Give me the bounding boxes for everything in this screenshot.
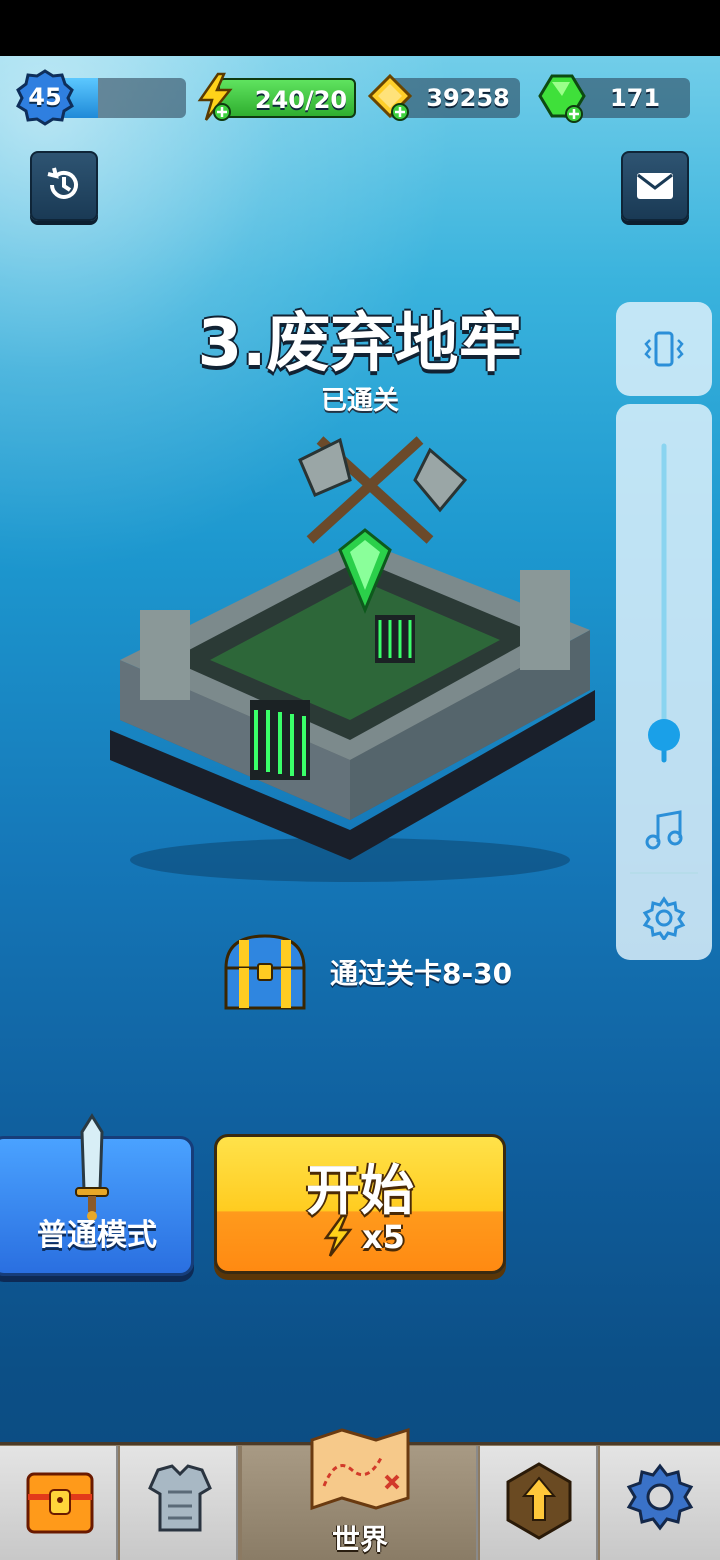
- mail-button[interactable]: [621, 151, 689, 221]
- tab-upgrade[interactable]: [480, 1446, 598, 1560]
- dungeon-illustration[interactable]: [100, 420, 610, 890]
- energy-bolt-icon: [197, 72, 233, 121]
- xp-bar: [60, 78, 186, 118]
- gold-coin-icon: [367, 73, 413, 121]
- energy-bar[interactable]: 240/20: [218, 78, 356, 118]
- tab-equipment[interactable]: [120, 1446, 238, 1560]
- armor-icon: [148, 1464, 212, 1532]
- settings-panel: [616, 404, 712, 960]
- gear-icon[interactable]: [642, 896, 686, 940]
- map-icon: [310, 1427, 410, 1511]
- status-bar: [0, 0, 720, 56]
- level-title: 3.废弃地牢: [197, 307, 523, 381]
- history-button[interactable]: [30, 151, 98, 221]
- game-screen: 45 240/20 39258 171 3.废弃地牢 已通关 通过关卡8-30 …: [0, 0, 720, 1560]
- mail-icon: [637, 173, 673, 199]
- level-status: 已通关: [320, 386, 399, 416]
- treasure-chest-icon[interactable]: [218, 928, 312, 1018]
- volume-slider[interactable]: [616, 404, 712, 960]
- sword-icon: [75, 1113, 109, 1221]
- tab-shop[interactable]: [0, 1446, 118, 1560]
- gem-value: 171: [609, 84, 661, 112]
- start-energy-cost: x5: [362, 1218, 405, 1256]
- energy-value: 240/20: [254, 86, 348, 114]
- settings-gear-icon: [626, 1463, 694, 1531]
- tab-settings[interactable]: [600, 1446, 720, 1560]
- normal-mode-label: 普通模式: [37, 1218, 157, 1253]
- gold-value: 39258: [426, 84, 510, 112]
- history-icon: [47, 167, 78, 199]
- gem-icon: [538, 74, 586, 123]
- start-button-label: 开始: [306, 1159, 414, 1222]
- reward-text: 通过关卡8-30: [330, 957, 513, 990]
- vibration-toggle[interactable]: [616, 302, 712, 396]
- tab-world-label: 世界: [331, 1523, 388, 1556]
- player-level: 45: [28, 83, 62, 111]
- upgrade-arrow-icon: [506, 1462, 572, 1540]
- energy-cost-icon: [323, 1214, 353, 1257]
- panel-divider: [630, 872, 698, 874]
- locked-chest-icon: [26, 1472, 94, 1534]
- vibrate-icon: [644, 331, 684, 367]
- music-note-icon[interactable]: [644, 808, 684, 852]
